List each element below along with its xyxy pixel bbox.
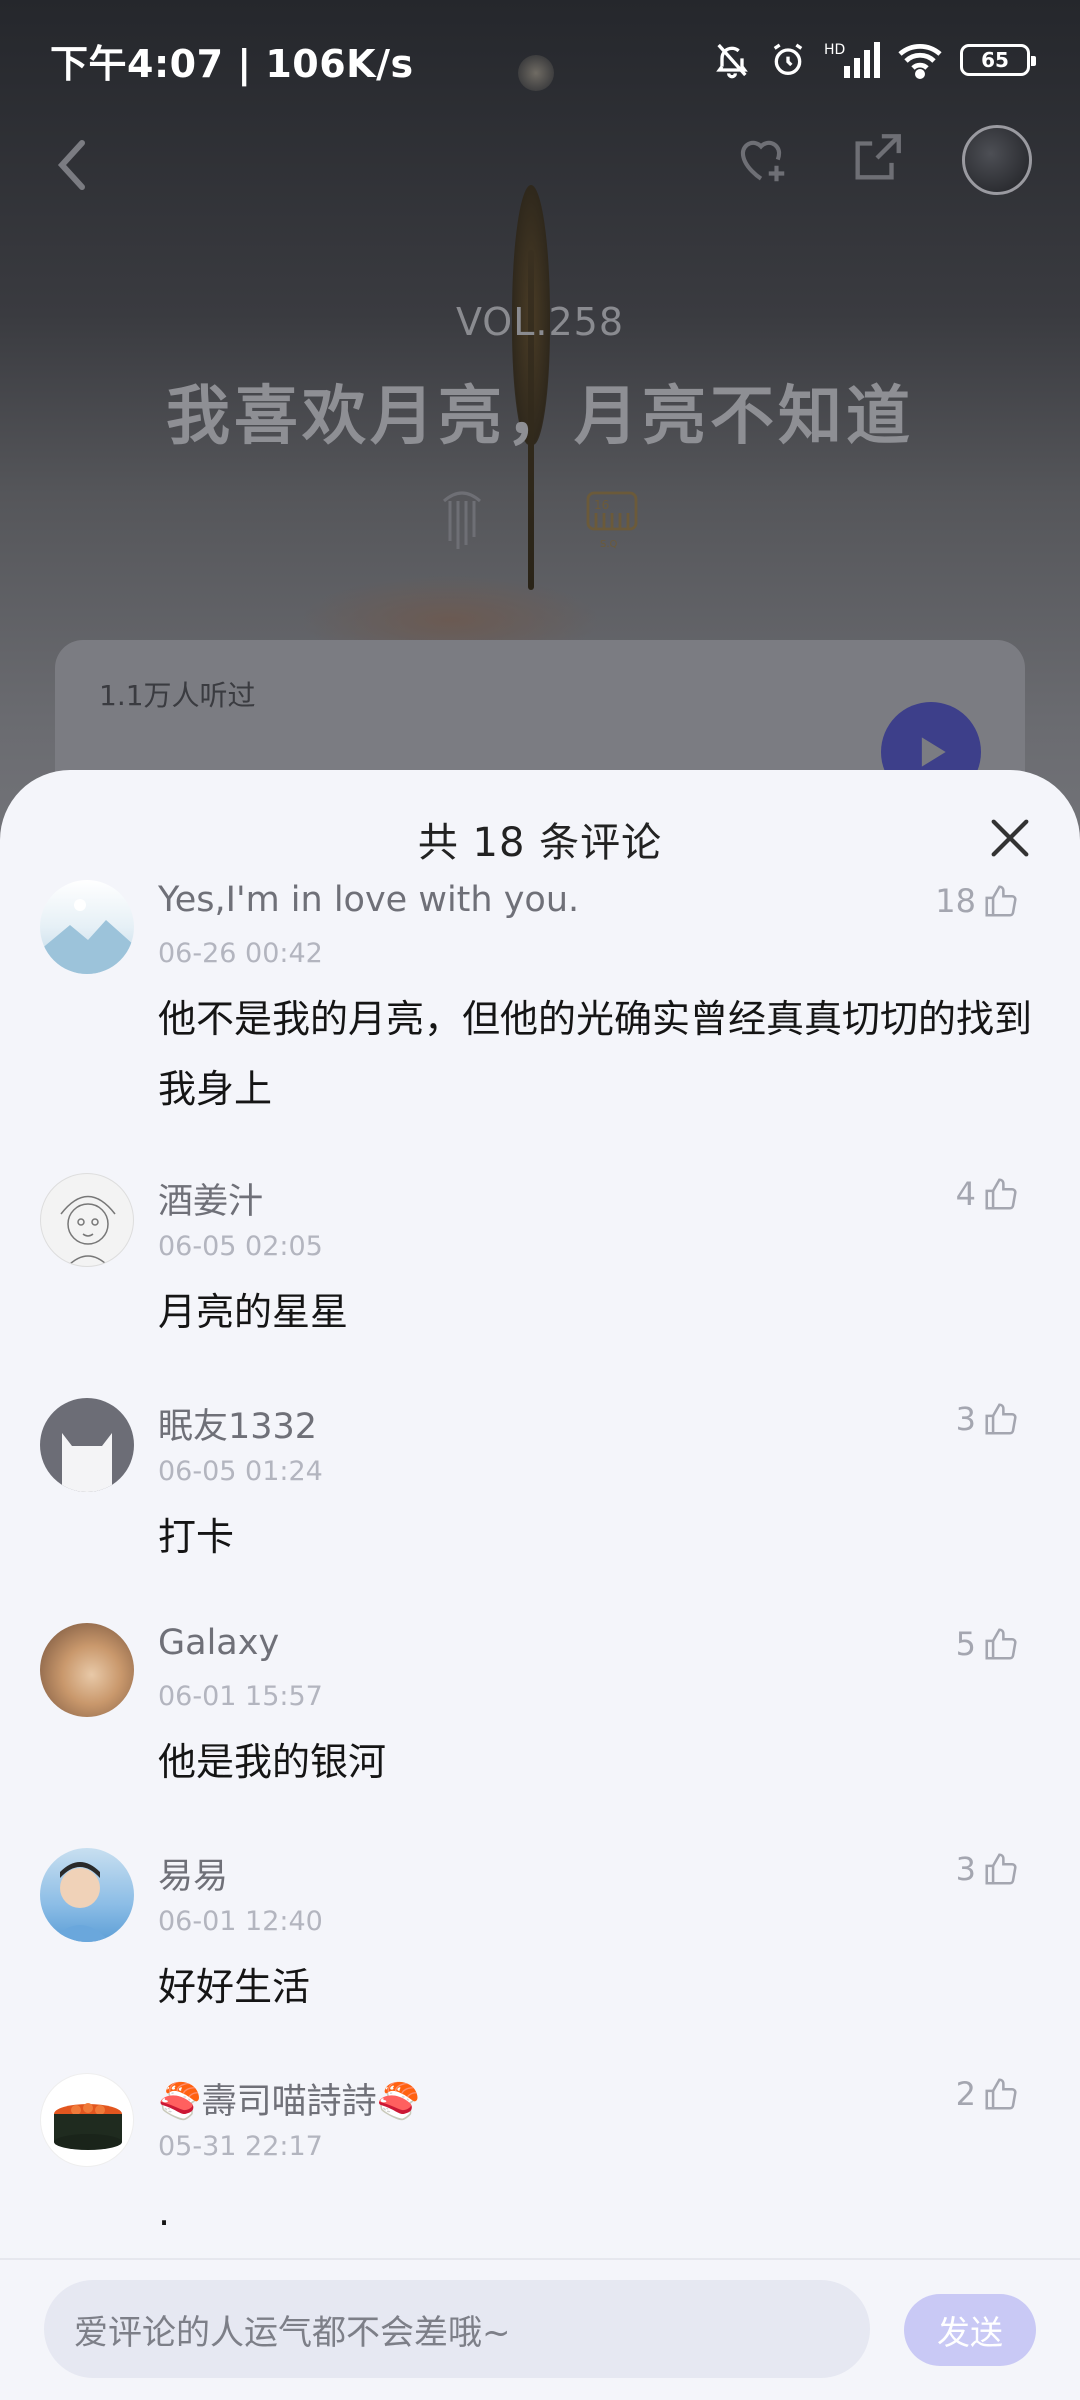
comment-date: 06-01 15:57 (158, 1681, 323, 1712)
volume-number: VOL.258 (455, 300, 625, 344)
mountain-avatar-icon (40, 899, 134, 974)
back-button[interactable] (50, 135, 94, 199)
chevron-left-icon (57, 140, 85, 190)
comments-sheet: 共 18 条评论 Yes,I'm in love with you. 06-26… (0, 770, 1080, 2400)
svg-text:S.Q: S.Q (600, 539, 618, 550)
like-button[interactable]: 5 (956, 1625, 1020, 1663)
comment-item: 🍣壽司喵詩詩🍣 05-31 22:17 2 . (0, 2073, 1080, 2273)
comment-author[interactable]: Yes,I'm in love with you. (158, 880, 579, 920)
piano-sq-icon: 16 S.Q (586, 491, 638, 550)
comment-input-bar: 爱评论的人运气都不会差哦~ 发送 (0, 2258, 1080, 2400)
like-button[interactable]: 2 (956, 2075, 1020, 2113)
sushi-avatar-icon (54, 2103, 122, 2150)
share-button[interactable] (848, 129, 906, 191)
top-actions (730, 125, 1032, 195)
comment-author[interactable]: 眠友1332 (158, 1398, 317, 1449)
send-button[interactable]: 发送 (904, 2294, 1036, 2366)
battery-icon: 65 (960, 44, 1036, 76)
thumbs-up-icon (985, 1853, 1017, 1885)
play-icon (921, 737, 946, 767)
sketch-avatar-icon (60, 1195, 116, 1266)
like-count: 18 (935, 882, 976, 920)
cat-avatar-icon (62, 1433, 112, 1492)
like-count: 2 (955, 2075, 976, 2113)
svg-text:HD: HD (824, 42, 845, 58)
thumbs-up-icon (985, 2078, 1017, 2110)
avatar[interactable] (40, 880, 134, 974)
close-icon (991, 819, 1029, 857)
wind-chime-icon (443, 491, 481, 549)
mute-bell-icon (716, 43, 748, 79)
user-avatar-button[interactable] (962, 125, 1032, 195)
share-icon (855, 134, 901, 180)
comment-author[interactable]: 酒姜汁 (158, 1173, 263, 1224)
track-title: 我喜欢月亮，月亮不知道 (166, 380, 914, 454)
avatar[interactable] (40, 1623, 134, 1717)
thumbs-up-icon (985, 1628, 1017, 1660)
comment-text: 他不是我的月亮，但他的光确实曾经真真切切的找到我身上 (158, 997, 1033, 1111)
comment-date: 06-05 02:05 (158, 1231, 323, 1262)
like-button[interactable]: 4 (956, 1175, 1020, 1213)
avatar[interactable] (40, 1848, 134, 1942)
comment-item: Yes,I'm in love with you. 06-26 00:42 18… (0, 880, 1080, 1150)
heart-plus-icon (740, 140, 785, 182)
comment-text: 好好生活 (158, 1965, 311, 2009)
thumbs-up-icon (985, 1403, 1017, 1435)
comment-text: . (158, 2190, 171, 2234)
comment-item: 眠友1332 06-05 01:24 3 打卡 (0, 1398, 1080, 1598)
comment-input-placeholder: 爱评论的人运气都不会差哦~ (74, 2312, 511, 2353)
like-count: 4 (955, 1175, 976, 1213)
comment-date: 05-31 22:17 (158, 2131, 323, 2162)
listen-count: 1.1万人听过 (99, 679, 256, 712)
comment-text: 月亮的星星 (158, 1290, 349, 1334)
comment-author[interactable]: 🍣壽司喵詩詩🍣 (158, 2073, 420, 2124)
comment-author[interactable]: 易易 (158, 1848, 228, 1899)
avatar[interactable] (40, 1398, 134, 1492)
close-button[interactable] (982, 810, 1038, 866)
thumbs-up-icon (985, 885, 1017, 917)
status-bar: 下午4:07 | 106K/s HD 65 (0, 0, 1080, 120)
signal-icon: HD (824, 42, 880, 78)
status-icons: HD 65 (712, 40, 1036, 80)
comment-text: 他是我的银河 (158, 1740, 387, 1784)
comment-item: 易易 06-01 12:40 3 好好生活 (0, 1848, 1080, 2048)
comment-date: 06-26 00:42 (158, 938, 323, 969)
title-icons: 16 S.Q (0, 485, 1080, 555)
comment-item: Galaxy 06-01 15:57 5 他是我的银河 (0, 1623, 1080, 1823)
avatar[interactable] (40, 2073, 134, 2167)
thumbs-up-icon (985, 1178, 1017, 1210)
like-count: 5 (955, 1625, 976, 1663)
person-avatar-icon (50, 1862, 110, 1942)
like-button[interactable]: 3 (956, 1850, 1020, 1888)
comment-date: 06-01 12:40 (158, 1906, 323, 1937)
alarm-icon (773, 43, 803, 75)
svg-text:16: 16 (594, 498, 609, 512)
battery-level: 65 (981, 48, 1009, 72)
status-time: 下午4:07 | 106K/s (50, 41, 414, 86)
like-button[interactable]: 18 (935, 882, 1020, 920)
like-count: 3 (955, 1850, 976, 1888)
wifi-icon (898, 43, 942, 79)
comment-item: 酒姜汁 06-05 02:05 4 月亮的星星 (0, 1173, 1080, 1373)
favorite-button[interactable] (730, 127, 792, 193)
comments-count-title: 共 18 条评论 (417, 820, 663, 866)
comment-input[interactable]: 爱评论的人运气都不会差哦~ (44, 2280, 870, 2378)
avatar[interactable] (40, 1173, 134, 1267)
comment-text: 打卡 (158, 1515, 235, 1559)
comment-date: 06-05 01:24 (158, 1456, 323, 1487)
like-button[interactable]: 3 (956, 1400, 1020, 1438)
like-count: 3 (955, 1400, 976, 1438)
comment-author[interactable]: Galaxy (158, 1623, 279, 1663)
top-bar (0, 125, 1080, 205)
